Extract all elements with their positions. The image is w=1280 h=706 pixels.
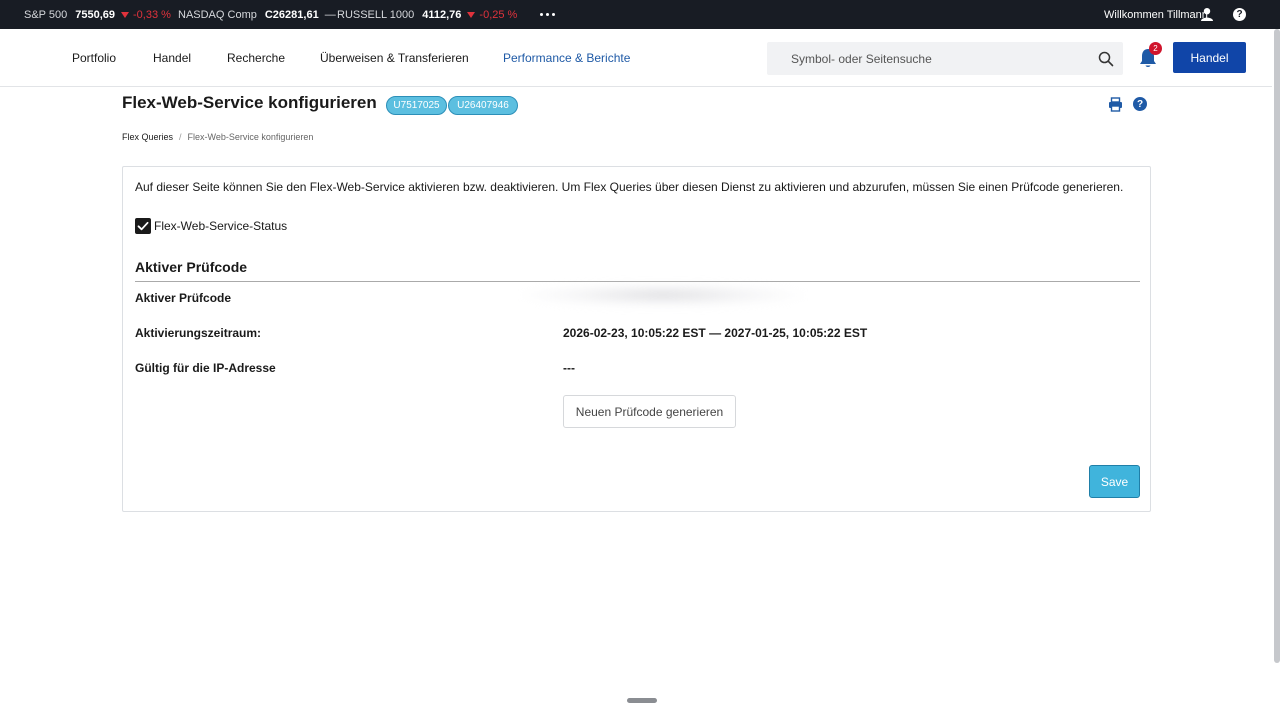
ticker-name: NASDAQ Comp: [178, 8, 257, 21]
help-icon[interactable]: ?: [1233, 8, 1246, 21]
ticker-item-russell[interactable]: RUSSELL 1000 4112,76 -0,25 %: [337, 0, 517, 29]
row-label-token: Aktiver Prüfcode: [135, 291, 232, 305]
help-icon[interactable]: ?: [1133, 97, 1147, 111]
ticker-change-text: -0,25 %: [479, 8, 518, 21]
account-badge[interactable]: U7517025: [386, 96, 447, 115]
main-navigation: Portfolio Handel Recherche Überweisen & …: [0, 29, 1272, 87]
ticker-change: -0,25 %: [467, 9, 517, 21]
user-icon[interactable]: [1200, 7, 1214, 21]
ticker-change-text: —: [324, 8, 336, 21]
ticker-name: RUSSELL 1000: [337, 8, 415, 21]
save-button[interactable]: Save: [1089, 465, 1140, 498]
nav-handel[interactable]: Handel: [153, 29, 191, 86]
row-value-ip: ---: [563, 361, 575, 375]
token-value-redacted: [523, 283, 803, 307]
down-arrow-icon: [467, 11, 476, 18]
ticker-value: 4112,76: [422, 8, 462, 21]
ticker-value: C26281,61: [264, 8, 319, 21]
account-badge[interactable]: U26407946: [448, 96, 518, 115]
breadcrumb: Flex Queries / Flex-Web-Service konfigur…: [122, 132, 313, 142]
nav-performance[interactable]: Performance & Berichte: [503, 29, 630, 86]
nav-transfer[interactable]: Überweisen & Transferieren: [320, 29, 469, 86]
more-icon[interactable]: [540, 0, 555, 29]
market-ticker-bar: S&P 500 7550,69 -0,33 % NASDAQ Comp C262…: [0, 0, 1280, 29]
status-checkbox[interactable]: [135, 218, 151, 234]
generate-token-button[interactable]: Neuen Prüfcode generieren: [563, 395, 736, 428]
ticker-change: -0,33 %: [121, 9, 171, 21]
search-icon[interactable]: [1098, 51, 1114, 67]
flex-web-service-panel: Auf dieser Seite können Sie den Flex-Web…: [122, 166, 1151, 512]
ticker-item-nasdaq[interactable]: NASDAQ Comp C26281,61 —: [178, 0, 336, 29]
checkmark-icon: [137, 221, 149, 231]
ticker-change-text: -0,33 %: [133, 8, 171, 21]
ticker-value: 7550,69: [75, 8, 115, 21]
page-title: Flex-Web-Service konfigurieren: [122, 93, 377, 112]
intro-text: Auf dieser Seite können Sie den Flex-Web…: [135, 180, 1124, 194]
nav-portfolio[interactable]: Portfolio: [72, 29, 116, 86]
welcome-text: Willkommen Tillmann: [1104, 8, 1208, 21]
notification-badge: 2: [1149, 42, 1162, 55]
search-input[interactable]: [767, 42, 1087, 75]
trade-button[interactable]: Handel: [1173, 42, 1246, 73]
search-box: [767, 42, 1123, 75]
breadcrumb-separator: /: [179, 132, 182, 142]
breadcrumb-flex-queries[interactable]: Flex Queries: [122, 132, 173, 142]
breadcrumb-current: Flex-Web-Service konfigurieren: [187, 132, 314, 142]
home-indicator: [627, 698, 657, 703]
ticker-item-sp500[interactable]: S&P 500 7550,69 -0,33 %: [24, 0, 171, 29]
down-arrow-icon: [121, 11, 129, 18]
section-divider: [135, 281, 1140, 282]
row-label-ip: Gültig für die IP-Adresse: [135, 361, 276, 375]
row-value-period: 2026-02-23, 10:05:22 EST — 2027-01-25, 1…: [563, 326, 868, 340]
status-checkbox-label[interactable]: Flex-Web-Service-Status: [154, 218, 287, 234]
ticker-name: S&P 500: [24, 8, 68, 21]
print-icon[interactable]: [1108, 97, 1123, 112]
section-title: Aktiver Prüfcode: [135, 259, 248, 275]
row-label-period: Aktivierungszeitraum:: [135, 326, 262, 340]
page-scrollbar[interactable]: [1274, 29, 1280, 663]
nav-recherche[interactable]: Recherche: [227, 29, 285, 86]
